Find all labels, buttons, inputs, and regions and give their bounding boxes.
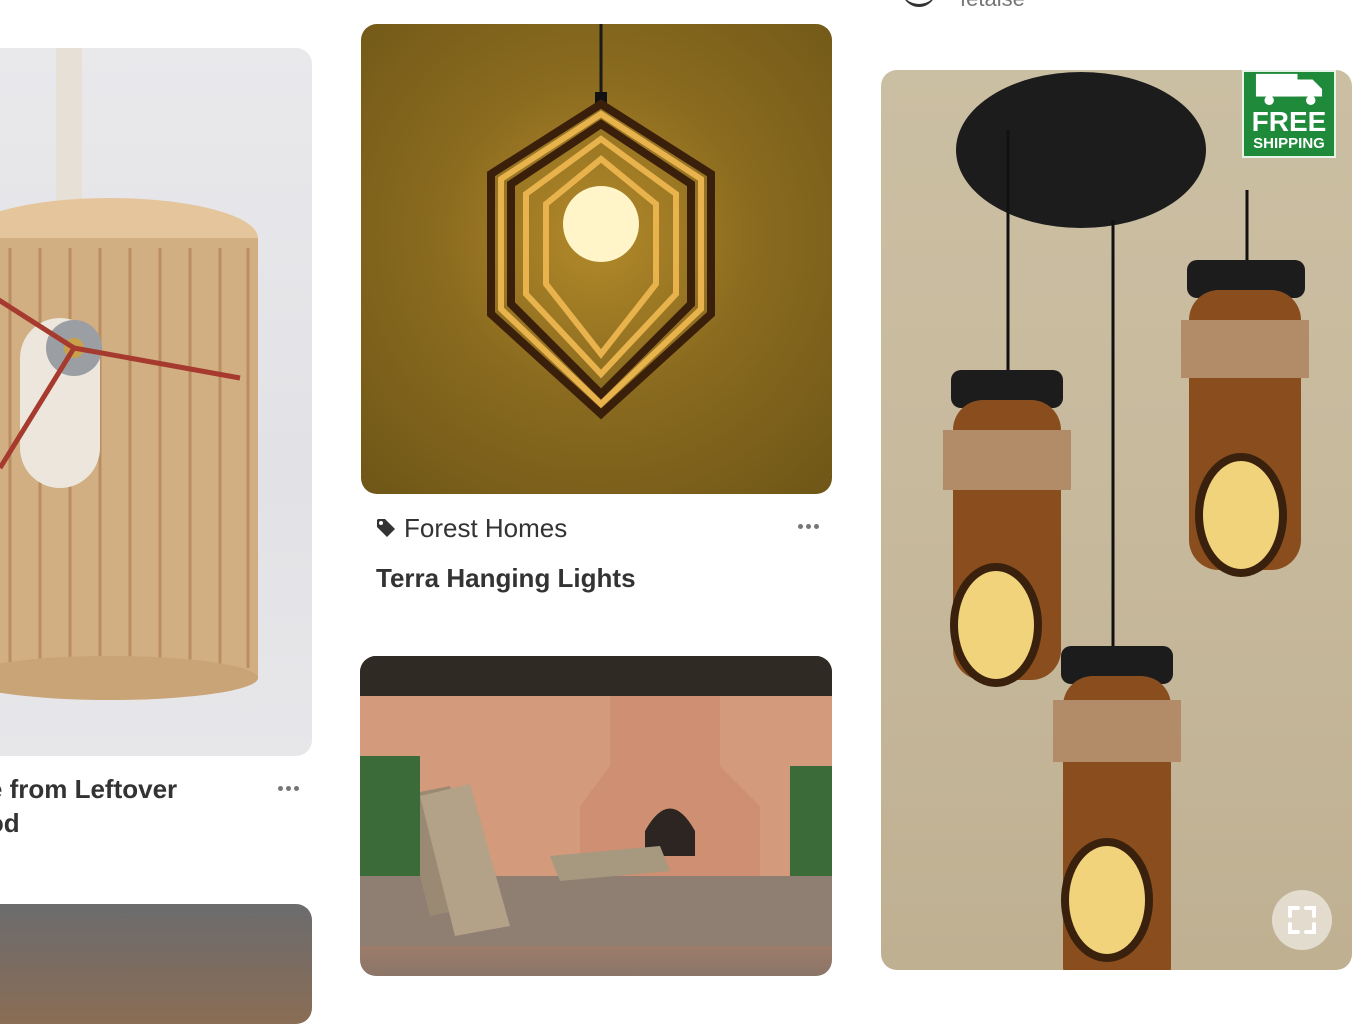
- pin-image-hexagon-pendant[interactable]: [361, 24, 832, 494]
- truck-icon: [1255, 73, 1323, 106]
- badge-line2: SHIPPING: [1253, 135, 1325, 152]
- pin-title[interactable]: de from Leftover ood: [0, 772, 232, 840]
- pin-image-bamboo-pendants[interactable]: FREE SHIPPING: [881, 70, 1352, 970]
- ellipsis-icon: [813, 523, 819, 529]
- pin-source[interactable]: Forest Homes: [376, 510, 567, 546]
- plywood-lamp-illustration: [0, 48, 258, 700]
- pin-title[interactable]: Terra Hanging Lights: [376, 558, 636, 598]
- pin-image-patio[interactable]: [360, 656, 832, 976]
- tag-icon: [377, 519, 395, 537]
- ellipsis-icon: [805, 523, 811, 529]
- pin-image-plywood-lamp[interactable]: [0, 48, 312, 756]
- more-options-button[interactable]: [790, 514, 826, 538]
- avatar[interactable]: [902, 0, 936, 7]
- expand-icon: [1288, 906, 1316, 934]
- expand-button[interactable]: [1272, 890, 1332, 950]
- pin-source-label[interactable]: fetaise: [960, 0, 1025, 12]
- bamboo-pendants-illustration: [943, 72, 1309, 970]
- ellipsis-icon: [277, 785, 283, 791]
- badge-line1: FREE: [1251, 106, 1327, 137]
- pin-source-label: Forest Homes: [404, 512, 568, 543]
- free-shipping-badge: FREE SHIPPING: [1242, 70, 1336, 158]
- ellipsis-icon: [797, 523, 803, 529]
- ellipsis-icon: [285, 785, 291, 791]
- hexagon-pendant-illustration: [487, 24, 715, 420]
- pin-image-next[interactable]: [0, 904, 312, 1024]
- more-options-button[interactable]: [270, 776, 306, 800]
- ellipsis-icon: [293, 785, 299, 791]
- patio-illustration: [360, 656, 832, 946]
